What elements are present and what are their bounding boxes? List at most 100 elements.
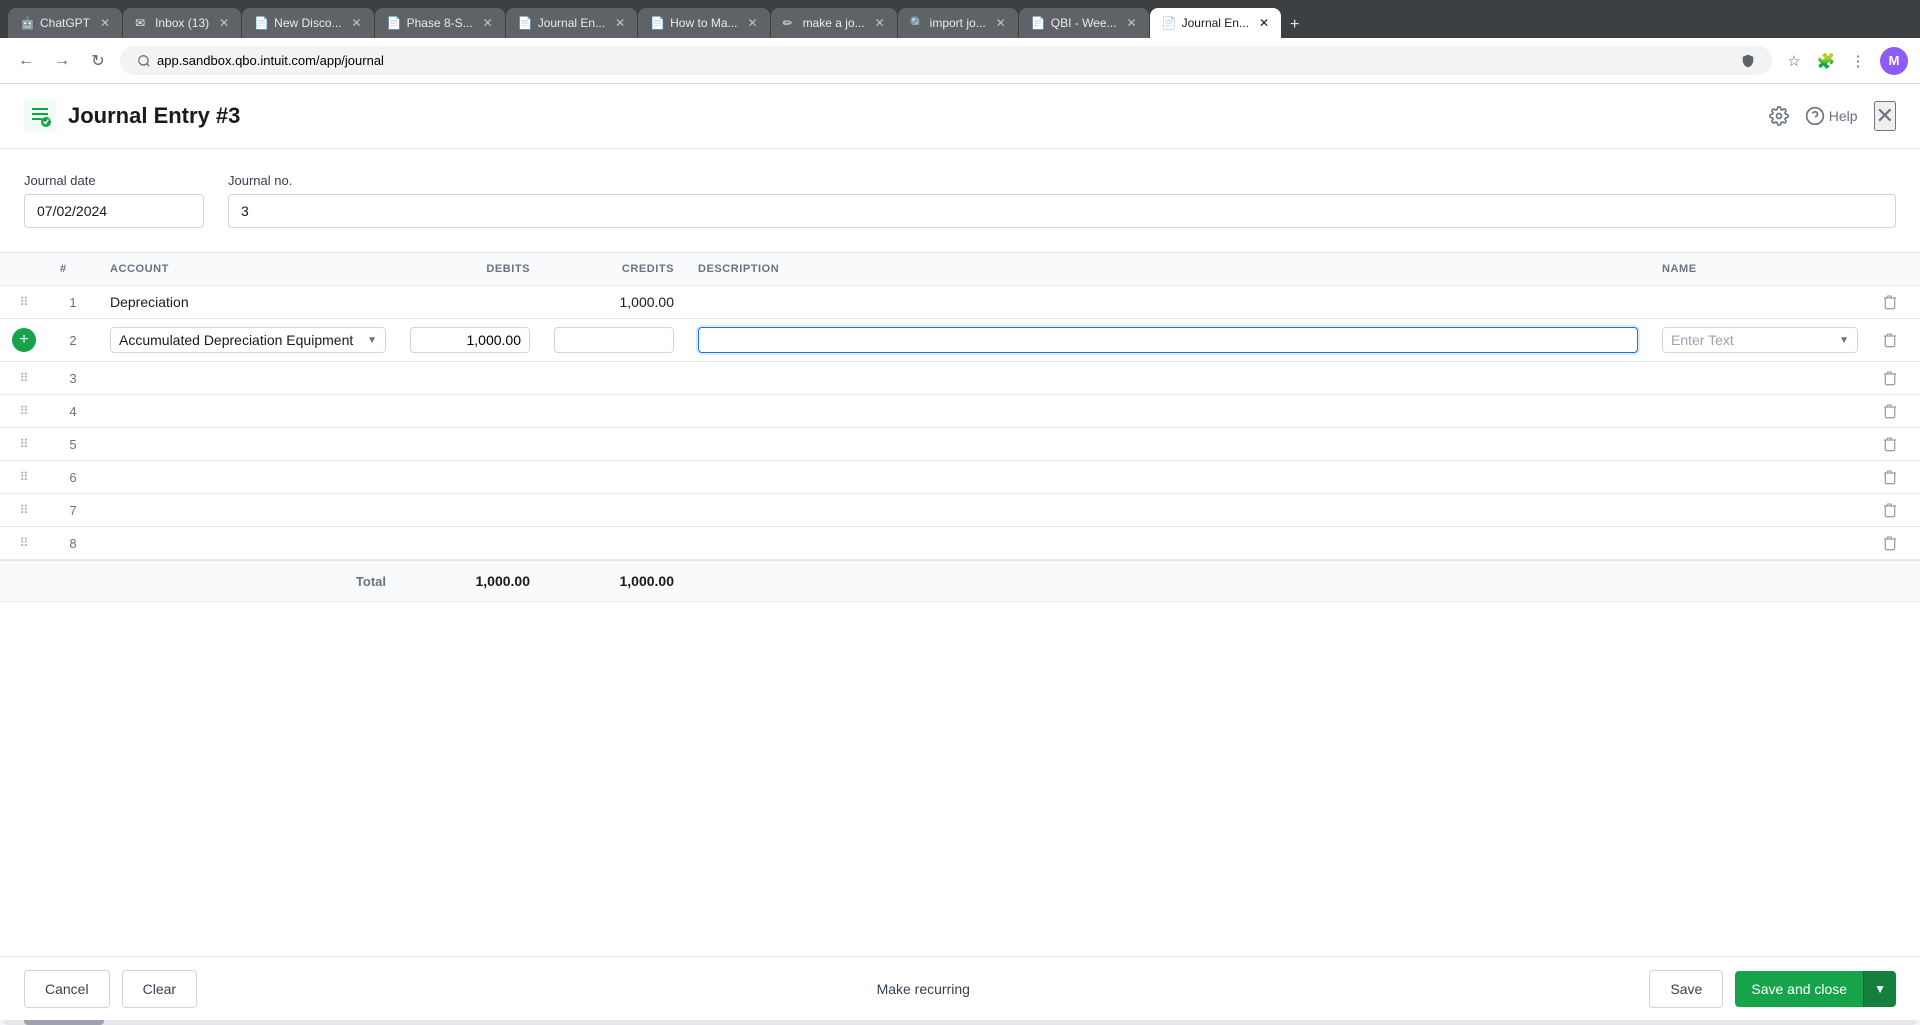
delete-row-7-button[interactable]: [1882, 502, 1898, 518]
delete-cell-5[interactable]: [1870, 428, 1920, 461]
row-num-7: 7: [48, 494, 98, 527]
more-icon[interactable]: ⋮: [1844, 47, 1872, 75]
tab-importjo[interactable]: 🔍 import jo... ✕: [898, 8, 1018, 38]
makea-favicon: ✏: [783, 16, 797, 30]
settings-button[interactable]: [1769, 106, 1789, 126]
account-cell-6[interactable]: [98, 461, 398, 494]
delete-row-1-button[interactable]: [1882, 294, 1898, 310]
drag-handle-7[interactable]: ⠿: [12, 503, 36, 517]
account-cell-3[interactable]: [98, 362, 398, 395]
drag-cell-3[interactable]: ⠿: [0, 362, 48, 395]
table-row: ⠿ 1 Depreciation 1,000.00: [0, 286, 1920, 319]
description-cell-2[interactable]: [686, 319, 1650, 362]
back-button[interactable]: ←: [12, 47, 40, 75]
tab-importjo-close[interactable]: ✕: [996, 16, 1006, 30]
tab-chatgpt[interactable]: 🤖 ChatGPT ✕: [8, 8, 122, 38]
name-select-container-2[interactable]: Enter Text ▼: [1662, 327, 1858, 353]
debits-input-2[interactable]: [410, 327, 530, 353]
total-empty-delete: [1870, 560, 1920, 602]
journal-date-input[interactable]: [24, 194, 204, 228]
total-credits: 1,000.00: [542, 560, 686, 602]
account-cell-4[interactable]: [98, 395, 398, 428]
debits-cell-2[interactable]: [398, 319, 542, 362]
delete-cell-2[interactable]: [1870, 319, 1920, 362]
drag-handle-5[interactable]: ⠿: [12, 437, 36, 451]
add-row-button[interactable]: +: [12, 328, 36, 352]
drag-cell-5[interactable]: ⠿: [0, 428, 48, 461]
delete-row-5-button[interactable]: [1882, 436, 1898, 452]
drag-cell-7[interactable]: ⠿: [0, 494, 48, 527]
tab-journalentry2[interactable]: 📄 Journal En... ✕: [1150, 8, 1281, 38]
tab-newdisco[interactable]: 📄 New Disco... ✕: [242, 8, 373, 38]
address-bar[interactable]: [120, 46, 1772, 75]
delete-row-3-button[interactable]: [1882, 370, 1898, 386]
tab-howto[interactable]: 📄 How to Ma... ✕: [638, 8, 769, 38]
delete-cell-7[interactable]: [1870, 494, 1920, 527]
cancel-button[interactable]: Cancel: [24, 970, 110, 1008]
tab-journalentry2-close[interactable]: ✕: [1259, 16, 1269, 30]
clear-button[interactable]: Clear: [122, 970, 197, 1008]
delete-row-6-button[interactable]: [1882, 469, 1898, 485]
save-button[interactable]: Save: [1649, 970, 1723, 1008]
credits-input-2[interactable]: [554, 327, 674, 353]
url-input[interactable]: [157, 53, 1735, 68]
delete-cell-3[interactable]: [1870, 362, 1920, 395]
drag-cell-2[interactable]: +: [0, 319, 48, 362]
page-title: Journal Entry #3: [68, 103, 240, 129]
tab-newdisco-close[interactable]: ✕: [352, 16, 362, 30]
save-close-main-button[interactable]: Save and close: [1735, 971, 1863, 1007]
drag-handle-3[interactable]: ⠿: [12, 371, 36, 385]
qbi-favicon: 📄: [1031, 16, 1045, 30]
delete-cell-1[interactable]: [1870, 286, 1920, 319]
account-cell-7[interactable]: [98, 494, 398, 527]
tab-phase8[interactable]: 📄 Phase 8-S... ✕: [375, 8, 505, 38]
account-cell-8[interactable]: [98, 527, 398, 561]
delete-cell-4[interactable]: [1870, 395, 1920, 428]
account-select-2[interactable]: Accumulated Depreciation Equipment Depre…: [119, 332, 363, 348]
bookmark-icon[interactable]: ☆: [1780, 47, 1808, 75]
debits-cell-4: [398, 395, 542, 428]
profile-avatar[interactable]: M: [1880, 47, 1908, 75]
drag-cell-4[interactable]: ⠿: [0, 395, 48, 428]
save-close-arrow-button[interactable]: ▼: [1863, 971, 1896, 1007]
delete-row-2-button[interactable]: [1882, 332, 1898, 348]
tab-makea-close[interactable]: ✕: [875, 16, 885, 30]
make-recurring-link[interactable]: Make recurring: [877, 981, 970, 997]
tab-howto-close[interactable]: ✕: [748, 16, 758, 30]
account-cell-5[interactable]: [98, 428, 398, 461]
tab-chatgpt-close[interactable]: ✕: [100, 16, 110, 30]
drag-cell-6[interactable]: ⠿: [0, 461, 48, 494]
tab-qbi-close[interactable]: ✕: [1127, 16, 1137, 30]
name-cell-2[interactable]: Enter Text ▼: [1650, 319, 1870, 362]
drag-cell-1[interactable]: ⠿: [0, 286, 48, 319]
drag-handle-4[interactable]: ⠿: [12, 404, 36, 418]
account-select-container-2[interactable]: Accumulated Depreciation Equipment Depre…: [110, 327, 386, 353]
description-input-2[interactable]: [698, 327, 1638, 353]
tab-inbox-close[interactable]: ✕: [219, 16, 229, 30]
credits-cell-6: [542, 461, 686, 494]
drag-handle-6[interactable]: ⠿: [12, 470, 36, 484]
close-button[interactable]: ✕: [1874, 101, 1896, 131]
credits-cell-2[interactable]: [542, 319, 686, 362]
tab-qbi[interactable]: 📄 QBI - Wee... ✕: [1019, 8, 1149, 38]
delete-cell-6[interactable]: [1870, 461, 1920, 494]
forward-button[interactable]: →: [48, 47, 76, 75]
journal-no-input[interactable]: [228, 194, 1896, 228]
new-tab-button[interactable]: +: [1282, 12, 1307, 38]
tab-inbox[interactable]: ✉ Inbox (13) ✕: [123, 8, 241, 38]
drag-handle-8[interactable]: ⠿: [12, 536, 36, 550]
drag-cell-8[interactable]: ⠿: [0, 527, 48, 561]
tab-journalentry1-close[interactable]: ✕: [615, 16, 625, 30]
extensions-icon[interactable]: 🧩: [1812, 47, 1840, 75]
help-button[interactable]: Help: [1805, 106, 1858, 126]
delete-row-8-button[interactable]: [1882, 535, 1898, 551]
tab-bar: 🤖 ChatGPT ✕ ✉ Inbox (13) ✕ 📄 New Disco..…: [0, 0, 1920, 38]
reload-button[interactable]: ↻: [84, 47, 112, 75]
drag-handle-1[interactable]: ⠿: [12, 295, 36, 309]
tab-phase8-close[interactable]: ✕: [483, 16, 493, 30]
tab-journalentry1[interactable]: 📄 Journal En... ✕: [506, 8, 637, 38]
delete-cell-8[interactable]: [1870, 527, 1920, 561]
tab-makea[interactable]: ✏ make a jo... ✕: [771, 8, 897, 38]
name-select-2[interactable]: Enter Text: [1671, 332, 1835, 348]
delete-row-4-button[interactable]: [1882, 403, 1898, 419]
